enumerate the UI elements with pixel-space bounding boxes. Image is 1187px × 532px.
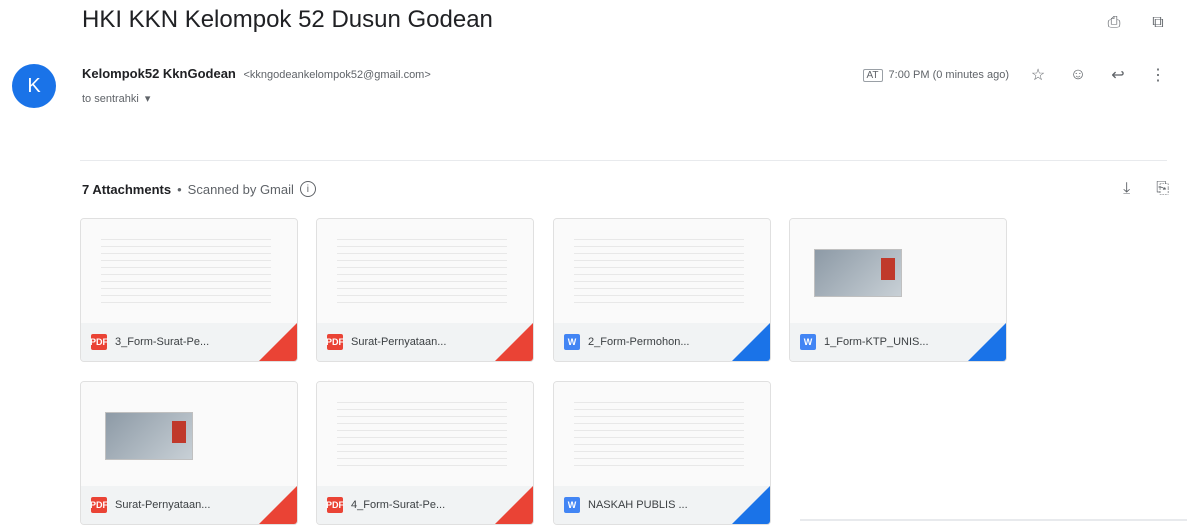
- message-time: 7:00 PM (0 minutes ago): [888, 69, 1009, 81]
- sender-avatar[interactable]: K: [12, 64, 56, 108]
- recipient-line: to sentrahki ▾: [82, 92, 151, 106]
- sender-info: Kelompok52 KknGodean <kkngodeankelompok5…: [82, 66, 431, 81]
- reply-icon[interactable]: ↩: [1107, 64, 1129, 86]
- attachment-card[interactable]: W NASKAH PUBLIS ...: [553, 381, 771, 525]
- attachment-filename: Surat-Pernyataan...: [351, 336, 447, 348]
- attachment-card[interactable]: PDF 3_Form-Surat-Pe...: [80, 218, 298, 362]
- document-preview: [337, 239, 507, 309]
- pdf-file-icon: PDF: [90, 497, 108, 513]
- top-actions: ⎙ ⧉: [1103, 12, 1169, 34]
- attachment-card[interactable]: W 1_Form-KTP_UNIS...: [789, 218, 1007, 362]
- attachment-thumbnail: [81, 382, 297, 486]
- attachment-filename: Surat-Pernyataan...: [115, 499, 211, 511]
- recipient-label: to sentrahki: [82, 92, 139, 105]
- attachment-card[interactable]: PDF Surat-Pernyataan...: [316, 218, 534, 362]
- scanned-label: Scanned by Gmail: [187, 181, 294, 197]
- file-type-corner: [259, 486, 297, 524]
- file-type-corner: [732, 323, 770, 361]
- attachments-actions: ⤓ ⎘: [1123, 180, 1169, 198]
- pdf-file-icon: PDF: [326, 334, 344, 350]
- pdf-file-icon: PDF: [326, 497, 344, 513]
- attachment-thumbnail: [317, 219, 533, 323]
- sender-email: <kkngodeankelompok52@gmail.com>: [243, 69, 431, 81]
- message-meta: AT 7:00 PM (0 minutes ago) ☆ ☺ ↩ ⋮: [862, 64, 1170, 86]
- print-icon[interactable]: ⎙: [1103, 12, 1125, 34]
- recipient-dropdown-icon[interactable]: ▾: [145, 92, 151, 105]
- info-icon[interactable]: i: [299, 181, 316, 197]
- attachment-thumbnail: [81, 219, 297, 323]
- document-preview: [101, 239, 271, 309]
- file-type-corner: [732, 486, 770, 524]
- attachment-card[interactable]: W 2_Form-Permohon...: [553, 218, 771, 362]
- bottom-divider: [800, 519, 1187, 521]
- attachment-indicator-icon: AT: [862, 68, 883, 82]
- document-preview: [574, 402, 744, 472]
- file-type-corner: [495, 323, 533, 361]
- attachment-thumbnail: [554, 382, 770, 486]
- file-type-corner: [495, 486, 533, 524]
- word-file-icon: W: [800, 334, 816, 350]
- attachment-filename: 1_Form-KTP_UNIS...: [824, 336, 929, 348]
- more-options-icon[interactable]: ⋮: [1147, 64, 1169, 86]
- word-file-icon: W: [564, 497, 580, 513]
- attachments-count: 7 Attachments: [82, 181, 172, 197]
- document-preview: [337, 402, 507, 472]
- attachment-card[interactable]: PDF 4_Form-Surat-Pe...: [316, 381, 534, 525]
- attachment-thumbnail: [554, 219, 770, 323]
- header-separator: •: [177, 181, 182, 197]
- file-type-corner: [968, 323, 1006, 361]
- attachment-card[interactable]: PDF Surat-Pernyataan...: [80, 381, 298, 525]
- star-icon[interactable]: ☆: [1027, 64, 1049, 86]
- attachment-filename: 4_Form-Surat-Pe...: [351, 499, 446, 511]
- attachments-header: 7 Attachments • Scanned by Gmail i: [82, 181, 316, 197]
- attachment-filename: 3_Form-Surat-Pe...: [115, 336, 210, 348]
- sender-name[interactable]: Kelompok52 KknGodean: [82, 66, 236, 81]
- emoji-icon[interactable]: ☺: [1067, 64, 1089, 86]
- pdf-file-icon: PDF: [90, 334, 108, 350]
- save-to-drive-icon[interactable]: ⎘: [1156, 180, 1169, 198]
- id-photo-preview: [814, 249, 902, 297]
- file-type-corner: [259, 323, 297, 361]
- attachment-filename: 2_Form-Permohon...: [588, 336, 690, 348]
- word-file-icon: W: [564, 334, 580, 350]
- open-new-window-icon[interactable]: ⧉: [1147, 12, 1169, 34]
- email-subject: HKI KKN Kelompok 52 Dusun Godean: [82, 6, 493, 33]
- download-all-icon[interactable]: ⤓: [1123, 180, 1130, 198]
- attachment-thumbnail: [790, 219, 1006, 323]
- attachments-divider: [80, 160, 1167, 161]
- document-preview: [574, 239, 744, 309]
- attachment-thumbnail: [317, 382, 533, 486]
- attachment-filename: NASKAH PUBLIS ...: [588, 499, 688, 511]
- id-photo-preview: [105, 412, 193, 460]
